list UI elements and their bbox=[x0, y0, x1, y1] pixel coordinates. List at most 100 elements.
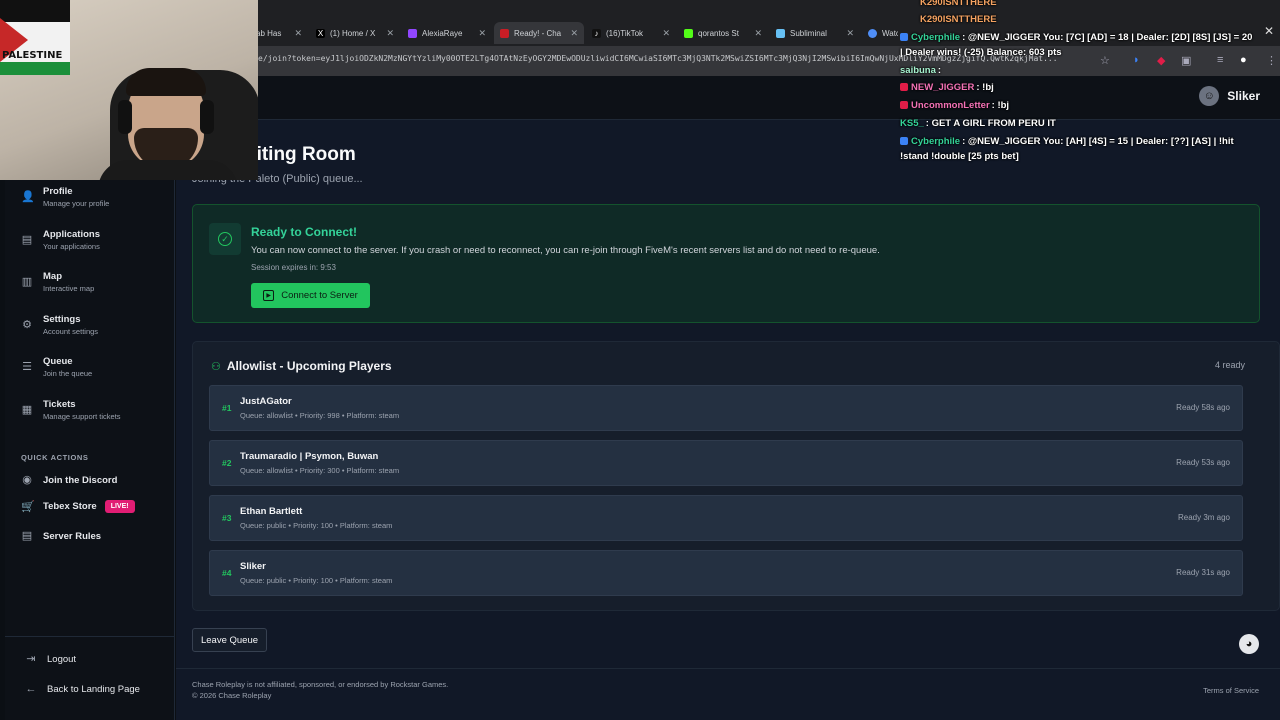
browser-tab[interactable]: ab Has ✕ bbox=[250, 22, 308, 44]
badge-icon bbox=[900, 137, 908, 145]
chat-text: : GET A GIRL FROM PERU IT bbox=[925, 118, 1056, 129]
back-to-landing-link[interactable]: ← Back to Landing Page bbox=[25, 683, 140, 695]
footer-disclaimer: Chase Roleplay is not affiliated, sponso… bbox=[192, 680, 449, 689]
chat-text: : @NEW_JIGGER You: [AH] [4S] = 15 | Deal… bbox=[962, 136, 1234, 147]
sidebar-item-subtitle: Manage support tickets bbox=[43, 412, 121, 421]
queue-position: #2 bbox=[222, 458, 232, 468]
ready-title: Ready to Connect! bbox=[251, 225, 358, 239]
tebex-store-link[interactable]: 🛒 Tebex Store LIVE! bbox=[21, 500, 135, 513]
close-tab-icon[interactable]: ✕ bbox=[570, 28, 578, 39]
document-icon: ▤ bbox=[21, 234, 33, 246]
player-meta: Queue: allowlist • Priority: 998 • Platf… bbox=[240, 411, 400, 420]
check-circle-icon: ✓ bbox=[209, 223, 241, 255]
sidebar-item-subtitle: Join the queue bbox=[43, 369, 93, 378]
rules-icon: ▤ bbox=[21, 530, 33, 542]
chat-text: : !bj bbox=[976, 82, 994, 93]
ticket-icon: ▦ bbox=[21, 404, 33, 416]
chat-username: UncommonLetter bbox=[911, 100, 990, 111]
sidebar-item-title: Profile bbox=[43, 186, 73, 197]
close-tab-icon[interactable]: ✕ bbox=[754, 28, 762, 39]
close-tab-icon[interactable]: ✕ bbox=[478, 28, 486, 39]
sidebar-item-queue[interactable]: ☰ Queue Join the queue bbox=[21, 356, 92, 378]
badge-icon bbox=[900, 83, 908, 91]
tab-label: qorantos St bbox=[698, 28, 739, 38]
tab-label: Watch bbox=[882, 28, 898, 38]
chat-message: K290ISNTTHERE bbox=[920, 0, 999, 8]
sidebar-item-subtitle: Manage your profile bbox=[43, 199, 110, 208]
close-tab-icon[interactable]: ✕ bbox=[386, 28, 394, 39]
connect-to-server-button[interactable]: ▶ Connect to Server bbox=[251, 283, 370, 308]
sidebar-item-subtitle: Interactive map bbox=[43, 284, 95, 293]
player-name: Traumaradio | Psymon, Buwan bbox=[240, 451, 379, 462]
play-icon: ▶ bbox=[263, 290, 275, 301]
map-icon: ▥ bbox=[21, 276, 33, 288]
quick-action-label: Join the Discord bbox=[43, 474, 118, 486]
badge-icon bbox=[900, 101, 908, 109]
divider bbox=[5, 636, 175, 637]
chat-message: Cyberphile: @NEW_JIGGER You: [7C] [AD] =… bbox=[900, 32, 1252, 43]
tab-label: Subliminal bbox=[790, 28, 827, 38]
sidebar-item-tickets[interactable]: ▦ Tickets Manage support tickets bbox=[21, 399, 121, 421]
chat-text: | Dealer wins! (-25) Balance: 603 pts bbox=[900, 47, 1062, 58]
chat-username: Cyberphile bbox=[911, 32, 961, 43]
chat-message: Cyberphile: @NEW_JIGGER You: [AH] [4S] =… bbox=[900, 136, 1234, 147]
browser-tab[interactable]: qorantos St ✕ bbox=[678, 22, 768, 44]
allowlist-title: Allowlist - Upcoming Players bbox=[226, 359, 392, 373]
chat-message: KS5_: GET A GIRL FROM PERU IT bbox=[900, 118, 1056, 129]
sidebar-item-title: Map bbox=[43, 271, 62, 282]
browser-tab[interactable]: Watch bbox=[862, 22, 898, 44]
back-label: Back to Landing Page bbox=[47, 683, 140, 695]
close-tab-icon[interactable]: ✕ bbox=[846, 28, 854, 39]
leave-queue-button[interactable]: Leave Queue bbox=[192, 628, 267, 652]
browser-tab-active[interactable]: Ready! - Cha ✕ bbox=[494, 22, 584, 44]
chat-text: : bbox=[937, 65, 942, 76]
session-expiry: Session expires in: 9:53 bbox=[251, 263, 336, 272]
ready-time: Ready 31s ago bbox=[1176, 568, 1230, 577]
ready-card: ✓ Ready to Connect! You can now connect … bbox=[192, 204, 1260, 323]
site-favicon-icon bbox=[500, 28, 509, 38]
gear-icon: ⚙ bbox=[22, 319, 32, 331]
allowlist-heading: ⚇ Allowlist - Upcoming Players bbox=[211, 359, 392, 373]
sidebar-item-profile[interactable]: 👤 Profile Manage your profile bbox=[21, 186, 109, 208]
sidebar-item-settings[interactable]: ⚙ Settings Account settings bbox=[21, 314, 98, 336]
allowlist-card: ⚇ Allowlist - Upcoming Players 4 ready #… bbox=[192, 341, 1280, 611]
sidebar-item-subtitle: Account settings bbox=[43, 327, 99, 336]
queue-position: #3 bbox=[222, 513, 232, 523]
badge-icon bbox=[900, 33, 908, 41]
queue-row: #4 Sliker Queue: public • Priority: 100 … bbox=[209, 550, 1243, 596]
logout-icon: ⇥ bbox=[26, 653, 36, 665]
tab-label: AlexiaRaye bbox=[422, 28, 463, 38]
sidebar-item-title: Tickets bbox=[43, 399, 76, 410]
quick-actions-heading: QUICK ACTIONS bbox=[21, 453, 89, 462]
footer-divider bbox=[176, 668, 1280, 669]
player-name: Sliker bbox=[240, 561, 266, 572]
browser-tab[interactable]: ♪ (16)TikTok ✕ bbox=[586, 22, 676, 44]
chat-message: K290ISNTTHERE bbox=[920, 14, 999, 25]
chat-text: : @NEW_JIGGER You: [7C] [AD] = 18 | Deal… bbox=[962, 32, 1253, 43]
ready-time: Ready 53s ago bbox=[1176, 458, 1230, 467]
streamer-hair bbox=[126, 68, 206, 96]
steam-icon bbox=[776, 28, 785, 38]
browser-tab[interactable]: X (1) Home / X ✕ bbox=[310, 22, 400, 44]
terms-of-service-link[interactable]: Terms of Service bbox=[1203, 686, 1259, 695]
close-tab-icon[interactable]: ✕ bbox=[662, 28, 670, 39]
sidebar-item-map[interactable]: ▥ Map Interactive map bbox=[21, 271, 94, 293]
tab-label: ab Has bbox=[256, 28, 282, 38]
cookie-settings-icon[interactable]: ◕ bbox=[1239, 634, 1259, 654]
close-tab-icon[interactable]: ✕ bbox=[294, 28, 302, 39]
chat-message: UncommonLetter: !bj bbox=[900, 100, 1009, 111]
queue-position: #4 bbox=[222, 568, 232, 578]
chat-username: NEW_JIGGER bbox=[911, 82, 975, 93]
sidebar-item-applications[interactable]: ▤ Applications Your applications bbox=[21, 229, 100, 251]
headset-icon bbox=[118, 100, 132, 134]
chat-message: NEW_JIGGER: !bj bbox=[900, 82, 994, 93]
browser-tab[interactable]: Subliminal ✕ bbox=[770, 22, 860, 44]
logout-button[interactable]: ⇥ Logout bbox=[25, 653, 76, 665]
sidebar: 👤 Profile Manage your profile ▤ Applicati… bbox=[5, 120, 175, 720]
queue-row: #3 Ethan Bartlett Queue: public • Priori… bbox=[209, 495, 1243, 541]
chat-username: saibuna bbox=[900, 65, 936, 76]
server-rules-link[interactable]: ▤ Server Rules bbox=[21, 530, 101, 542]
join-discord-link[interactable]: ◉ Join the Discord bbox=[21, 474, 117, 486]
main-content: aiting Room Joining the Paleto (Public) … bbox=[176, 120, 1280, 720]
browser-tab[interactable]: AlexiaRaye ✕ bbox=[402, 22, 492, 44]
